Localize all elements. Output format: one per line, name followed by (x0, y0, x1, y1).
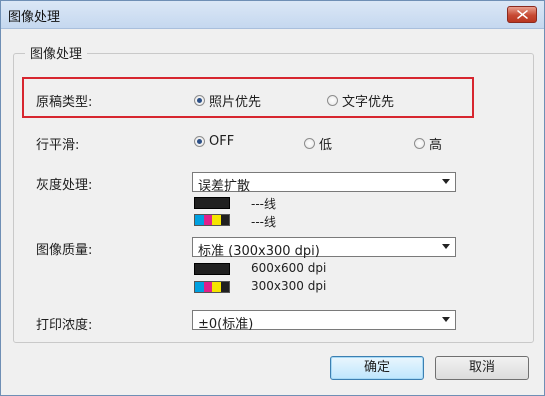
quality-black-legend: 600x600 dpi (251, 261, 327, 275)
quality-color-legend: 300x300 dpi (251, 279, 327, 293)
quality-label: 图像质量: (36, 243, 93, 258)
radio-smoothing-high[interactable]: 高 (414, 134, 442, 153)
close-icon (517, 10, 528, 19)
radio-indicator (327, 95, 338, 106)
close-button[interactable] (507, 6, 537, 23)
chevron-down-icon (442, 179, 450, 184)
chevron-down-icon (442, 244, 450, 249)
grayscale-color-legend: ---线 (251, 215, 276, 229)
radio-label: 低 (319, 138, 333, 153)
original-type-label: 原稿类型: (36, 95, 93, 110)
grayscale-select[interactable]: 误差扩散 (192, 172, 456, 194)
title-bar: 图像处理 (1, 1, 544, 29)
radio-indicator (304, 138, 315, 149)
radio-indicator (414, 138, 425, 149)
density-selected-value: ±0(标准) (198, 317, 254, 332)
density-label: 打印浓度: (36, 318, 93, 333)
ok-button[interactable]: 确定 (330, 356, 424, 380)
radio-label: 照片优先 (209, 95, 262, 110)
cancel-button[interactable]: 取消 (435, 356, 529, 380)
smoothing-label: 行平滑: (36, 138, 80, 153)
group-label: 图像处理 (25, 43, 88, 62)
window-title: 图像处理 (8, 10, 61, 25)
radio-smoothing-off[interactable]: OFF (194, 134, 234, 149)
radio-label: 高 (429, 138, 443, 153)
grayscale-black-legend: ---线 (251, 197, 276, 211)
radio-label: 文字优先 (342, 95, 395, 110)
color-swatch-icon (194, 214, 230, 226)
image-processing-dialog: 图像处理 图像处理 原稿类型: 照片优先 文字优先 行平滑: OFF 低 高 灰… (0, 0, 545, 396)
grayscale-label: 灰度处理: (36, 178, 93, 193)
chevron-down-icon (442, 317, 450, 322)
radio-photo-priority[interactable]: 照片优先 (194, 91, 261, 110)
radio-label: OFF (209, 134, 235, 149)
radio-indicator (194, 136, 205, 147)
radio-indicator (194, 95, 205, 106)
color-swatch-icon (194, 281, 230, 293)
grayscale-selected-value: 误差扩散 (198, 179, 251, 194)
quality-selected-value: 标准 (300x300 dpi) (198, 244, 320, 259)
radio-smoothing-low[interactable]: 低 (304, 134, 332, 153)
quality-select[interactable]: 标准 (300x300 dpi) (192, 237, 456, 259)
black-swatch-icon (194, 197, 230, 209)
density-select[interactable]: ±0(标准) (192, 310, 456, 332)
radio-text-priority[interactable]: 文字优先 (327, 91, 394, 110)
black-swatch-icon (194, 263, 230, 275)
